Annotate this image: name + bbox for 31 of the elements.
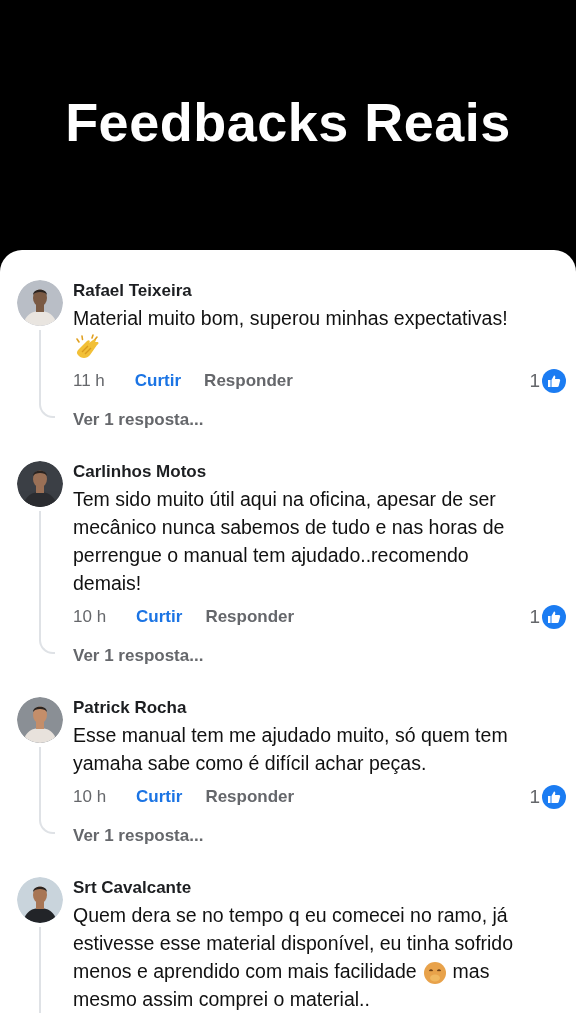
reply-link[interactable]: Responder <box>205 607 295 627</box>
page-title: Feedbacks Reais <box>65 91 511 154</box>
like-link[interactable]: Curtir <box>136 787 183 807</box>
comment-text: mas <box>452 960 490 982</box>
like-count: 1 <box>529 786 540 808</box>
comment-text: Tem sido muito útil aqui na oficina, apesar de ser mecânico nunca sabemos de tudo e nas horas de perrengue o manual tem ajudado..recomendo demais! <box>73 487 506 596</box>
timestamp: 10 h <box>73 787 107 807</box>
view-replies-link[interactable]: Ver 1 resposta... <box>73 409 566 431</box>
comment-text: mesmo assim comprei o material.. <box>73 987 371 1012</box>
author-name[interactable]: Srt Cavalcante <box>73 877 566 899</box>
like-link[interactable]: Curtir <box>134 371 182 391</box>
smiling-face-icon <box>422 960 447 985</box>
like-count: 1 <box>529 606 540 628</box>
thumbs-up-icon <box>542 369 566 393</box>
author-name[interactable]: Carlinhos Motos <box>73 461 566 483</box>
timestamp: 11 h <box>73 371 105 391</box>
author-name[interactable]: Rafael Teixeira <box>73 280 566 302</box>
comment-text: menos e aprendido com mais facilidade <box>73 960 417 982</box>
thumbs-up-icon <box>542 605 566 629</box>
comment-text: Esse manual tem me ajudado muito, só quem tem yamaha sabe como é difícil achar peças. <box>73 723 509 776</box>
like-link[interactable]: Curtir <box>136 607 183 627</box>
view-replies-link[interactable]: Ver 1 resposta... <box>73 825 566 847</box>
author-name[interactable]: Patrick Rocha <box>73 697 566 719</box>
thumbs-up-icon <box>542 785 566 809</box>
reply-link[interactable]: Responder <box>204 371 293 391</box>
clapping-hands-icon <box>73 333 101 361</box>
like-count: 1 <box>529 370 540 392</box>
comment-text: Material muito bom, superou minhas expectativas! <box>73 306 509 331</box>
reply-link[interactable]: Responder <box>205 787 295 807</box>
timestamp: 10 h <box>73 607 107 627</box>
view-replies-link[interactable]: Ver 1 resposta... <box>73 645 566 667</box>
